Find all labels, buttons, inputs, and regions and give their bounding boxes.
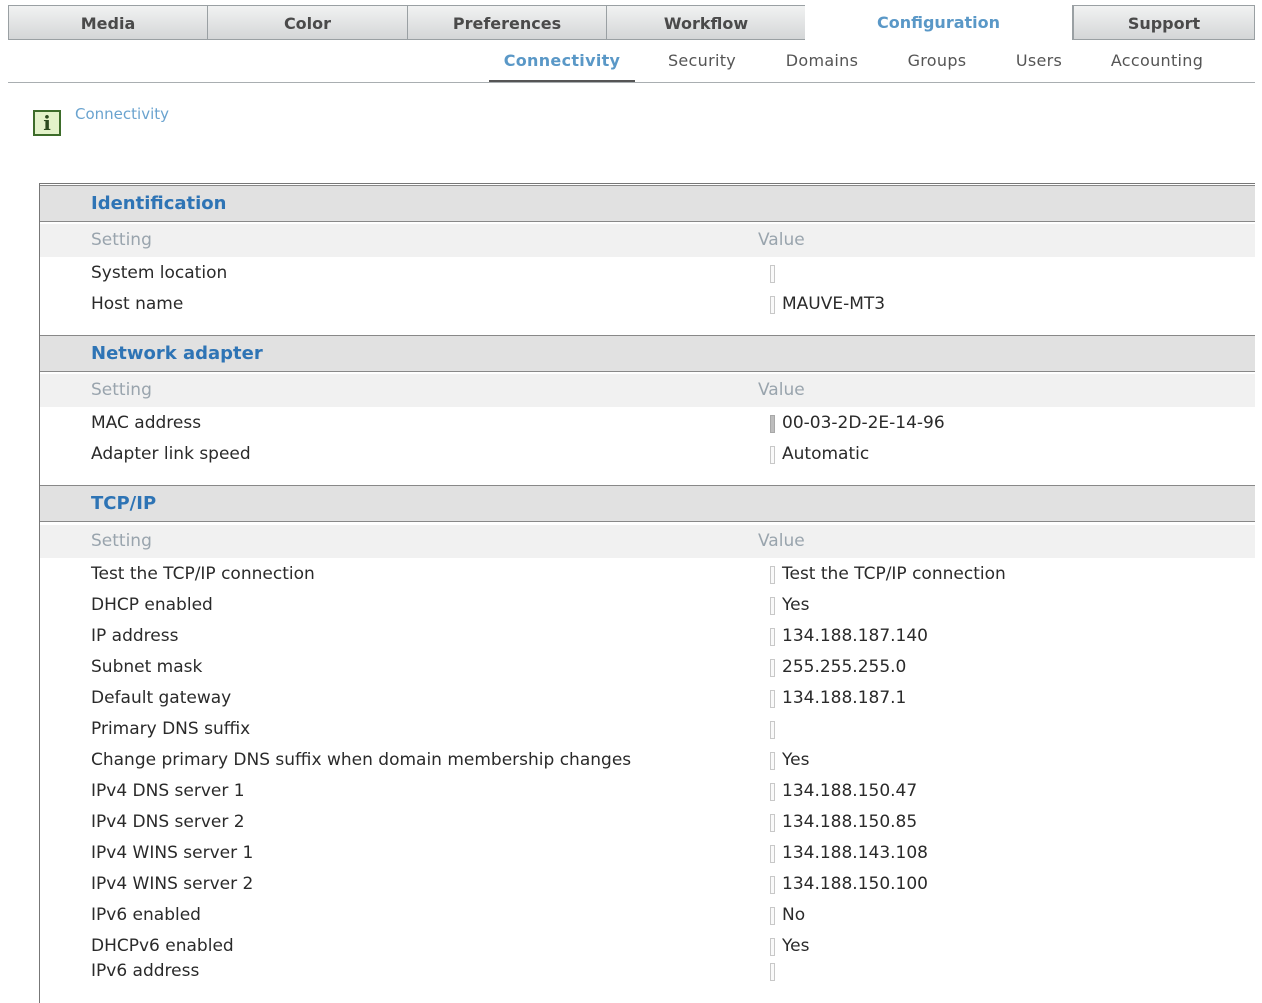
setting-row-dhcp-enabled: DHCP enabled Yes bbox=[40, 591, 1255, 622]
tab-configuration[interactable]: Configuration bbox=[805, 5, 1073, 40]
setting-row-system-location: System location bbox=[40, 259, 1255, 290]
column-setting: Setting bbox=[91, 380, 152, 400]
setting-row-ipv6-enabled: IPv6 enabled No bbox=[40, 901, 1255, 932]
subtab-users[interactable]: Users bbox=[1000, 50, 1078, 82]
setting-label: Subnet mask bbox=[91, 657, 203, 677]
value-marker bbox=[770, 628, 775, 646]
value-marker bbox=[770, 876, 775, 894]
setting-row-primary-dns-suffix: Primary DNS suffix bbox=[40, 715, 1255, 746]
setting-row-host-name: Host name MAUVE-MT3 bbox=[40, 290, 1255, 321]
setting-label: Primary DNS suffix bbox=[91, 719, 251, 739]
setting-value: 134.188.143.108 bbox=[782, 843, 929, 863]
setting-label: IPv4 DNS server 1 bbox=[91, 781, 245, 801]
section-header-network-adapter: Network adapter bbox=[40, 335, 1255, 372]
tab-support[interactable]: Support bbox=[1073, 5, 1255, 40]
tab-preferences[interactable]: Preferences bbox=[407, 5, 606, 40]
value-marker bbox=[770, 845, 775, 863]
setting-row-mac-address: MAC address 00-03-2D-2E-14-96 bbox=[40, 409, 1255, 440]
subtab-connectivity[interactable]: Connectivity bbox=[489, 50, 635, 83]
column-setting: Setting bbox=[91, 531, 152, 551]
value-marker bbox=[770, 265, 775, 283]
setting-label: Adapter link speed bbox=[91, 444, 251, 464]
value-marker bbox=[770, 938, 775, 956]
setting-label: Test the TCP/IP connection bbox=[91, 564, 315, 584]
column-header-row: Setting Value bbox=[40, 525, 1255, 558]
tab-media[interactable]: Media bbox=[8, 5, 207, 40]
setting-row-ipv4-wins-1: IPv4 WINS server 1 134.188.143.108 bbox=[40, 839, 1255, 870]
setting-row-subnet-mask: Subnet mask 255.255.255.0 bbox=[40, 653, 1255, 684]
section-title: Identification bbox=[91, 193, 227, 214]
setting-value: 255.255.255.0 bbox=[782, 657, 907, 677]
value-marker bbox=[770, 907, 775, 925]
value-marker bbox=[770, 963, 775, 981]
setting-label: DHCP enabled bbox=[91, 595, 213, 615]
setting-label: System location bbox=[91, 263, 228, 283]
column-value: Value bbox=[758, 531, 805, 551]
value-marker bbox=[770, 296, 775, 314]
setting-row-default-gateway: Default gateway 134.188.187.1 bbox=[40, 684, 1255, 715]
setting-value: 00-03-2D-2E-14-96 bbox=[782, 413, 945, 433]
test-tcpip-connection-link[interactable]: Test the TCP/IP connection bbox=[782, 564, 1006, 584]
subtab-domains[interactable]: Domains bbox=[772, 50, 872, 82]
setting-row-ipv6-address: IPv6 address bbox=[40, 957, 1255, 988]
setting-value: Automatic bbox=[782, 444, 870, 464]
section-header-tcpip: TCP/IP bbox=[40, 485, 1255, 522]
setting-label: DHCPv6 enabled bbox=[91, 936, 234, 956]
setting-value: 134.188.150.85 bbox=[782, 812, 918, 832]
value-marker bbox=[770, 446, 775, 464]
setting-label: Default gateway bbox=[91, 688, 232, 708]
breadcrumb: Connectivity bbox=[75, 105, 169, 123]
setting-label: IPv4 WINS server 1 bbox=[91, 843, 254, 863]
value-marker bbox=[770, 659, 775, 677]
subtab-security[interactable]: Security bbox=[652, 50, 752, 82]
subtab-accounting[interactable]: Accounting bbox=[1097, 50, 1217, 82]
setting-label: IP address bbox=[91, 626, 179, 646]
value-marker bbox=[770, 814, 775, 832]
section-header-identification: Identification bbox=[40, 185, 1255, 222]
info-icon: i bbox=[33, 110, 61, 136]
tab-workflow[interactable]: Workflow bbox=[606, 5, 805, 40]
value-marker bbox=[770, 566, 775, 584]
setting-label: MAC address bbox=[91, 413, 202, 433]
column-header-row: Setting Value bbox=[40, 374, 1255, 407]
setting-label: IPv4 WINS server 2 bbox=[91, 874, 254, 894]
setting-label: IPv6 address bbox=[91, 961, 200, 981]
setting-value: 134.188.187.140 bbox=[782, 626, 929, 646]
column-setting: Setting bbox=[91, 230, 152, 250]
setting-row-adapter-link-speed: Adapter link speed Automatic bbox=[40, 440, 1255, 471]
setting-value: No bbox=[782, 905, 806, 925]
setting-value: Yes bbox=[782, 595, 810, 615]
setting-row-ip-address: IP address 134.188.187.140 bbox=[40, 622, 1255, 653]
setting-value: Yes bbox=[782, 750, 810, 770]
subtab-divider bbox=[8, 82, 1255, 83]
tab-color[interactable]: Color bbox=[207, 5, 407, 40]
main-tab-bar: Media Color Preferences Workflow Configu… bbox=[8, 5, 1255, 42]
setting-row-ipv4-dns-2: IPv4 DNS server 2 134.188.150.85 bbox=[40, 808, 1255, 839]
setting-value: MAUVE-MT3 bbox=[782, 294, 886, 314]
column-value: Value bbox=[758, 230, 805, 250]
setting-row-test-tcpip: Test the TCP/IP connection Test the TCP/… bbox=[40, 560, 1255, 591]
value-marker bbox=[770, 415, 775, 433]
setting-value: Yes bbox=[782, 936, 810, 956]
value-marker bbox=[770, 597, 775, 615]
setting-value: 134.188.187.1 bbox=[782, 688, 907, 708]
setting-value: 134.188.150.47 bbox=[782, 781, 918, 801]
setting-value: 134.188.150.100 bbox=[782, 874, 929, 894]
setting-label: IPv4 DNS server 2 bbox=[91, 812, 245, 832]
setting-label: IPv6 enabled bbox=[91, 905, 201, 925]
value-marker bbox=[770, 690, 775, 708]
setting-label: Change primary DNS suffix when domain me… bbox=[91, 750, 632, 770]
setting-label: Host name bbox=[91, 294, 184, 314]
value-marker bbox=[770, 783, 775, 801]
section-title: TCP/IP bbox=[91, 493, 157, 514]
setting-row-change-dns-suffix: Change primary DNS suffix when domain me… bbox=[40, 746, 1255, 777]
setting-row-ipv4-wins-2: IPv4 WINS server 2 134.188.150.100 bbox=[40, 870, 1255, 901]
column-header-row: Setting Value bbox=[40, 224, 1255, 257]
value-marker bbox=[770, 752, 775, 770]
section-title: Network adapter bbox=[91, 343, 263, 364]
subtab-groups[interactable]: Groups bbox=[892, 50, 982, 82]
value-marker bbox=[770, 721, 775, 739]
column-value: Value bbox=[758, 380, 805, 400]
setting-row-ipv4-dns-1: IPv4 DNS server 1 134.188.150.47 bbox=[40, 777, 1255, 808]
